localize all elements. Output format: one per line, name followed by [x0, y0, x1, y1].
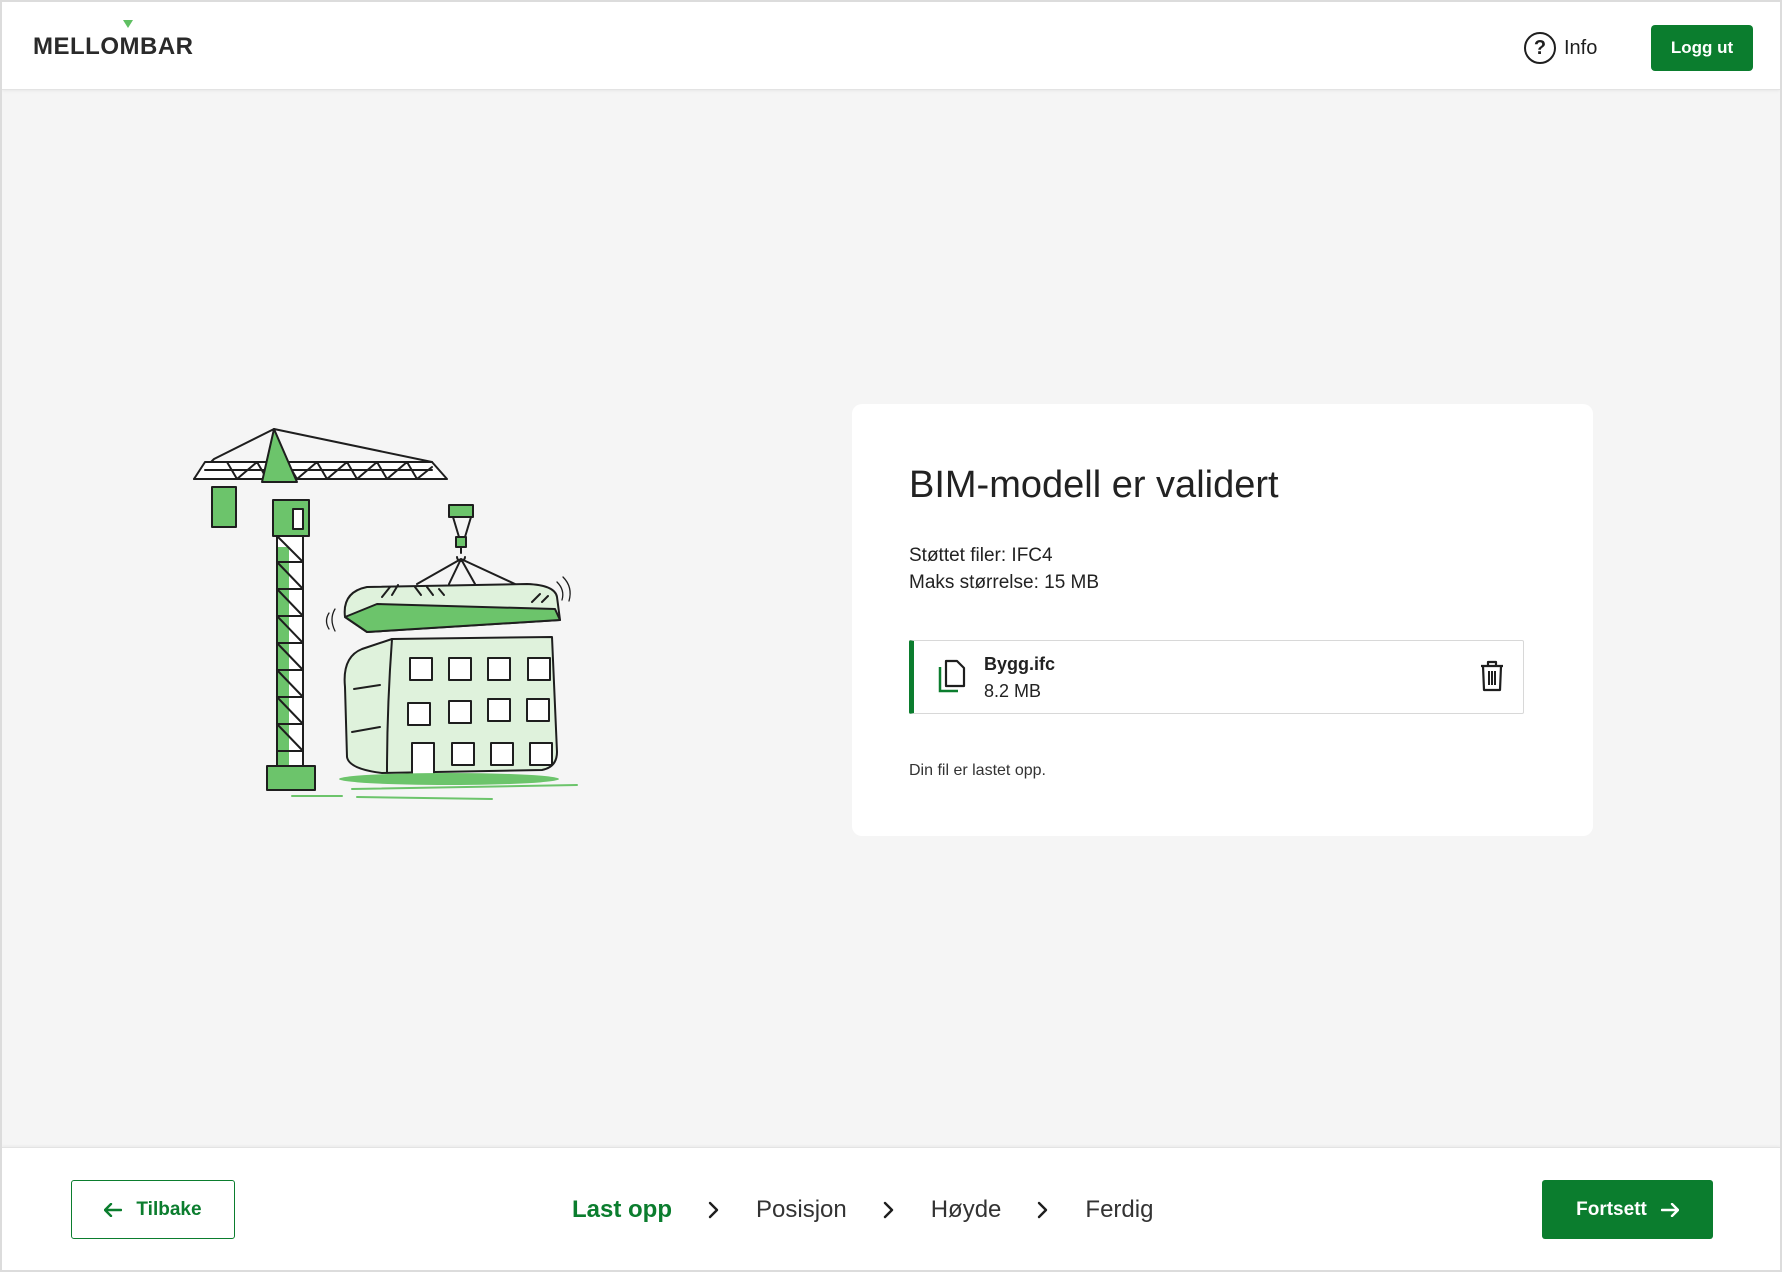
back-button[interactable]: Tilbake	[71, 1180, 235, 1239]
supported-files-text: Støttet filer: IFC4	[909, 545, 1053, 566]
continue-button[interactable]: Fortsett	[1542, 1180, 1713, 1239]
file-copy-icon	[938, 659, 966, 693]
file-size: 8.2 MB	[984, 681, 1042, 701]
info-button[interactable]: ? Info	[1524, 30, 1597, 66]
logo-accent-icon	[123, 20, 133, 28]
card-title: BIM-modell er validert	[909, 464, 1279, 506]
arrow-left-icon	[104, 1202, 123, 1217]
chevron-right-icon	[869, 1201, 909, 1219]
uploaded-file-item: Bygg.ifc 8.2 MB	[909, 640, 1524, 714]
wizard-footer: Tilbake Last opp Posisjon Høyde Ferdig F…	[2, 1147, 1780, 1270]
step-progress: Last opp Posisjon Høyde Ferdig	[572, 1190, 1153, 1230]
question-circle-icon: ?	[1524, 32, 1556, 64]
step-position[interactable]: Posisjon	[756, 1196, 847, 1224]
upload-status: Din fil er lastet opp.	[909, 762, 1046, 779]
step-upload[interactable]: Last opp	[572, 1196, 672, 1224]
back-label: Tilbake	[136, 1198, 202, 1220]
app-frame: MELLOMBAR ? Info Logg ut BIM-modell er v…	[0, 0, 1782, 1272]
crane-building-illustration	[193, 428, 578, 800]
chevron-right-icon	[694, 1201, 734, 1219]
trash-icon[interactable]	[1479, 660, 1505, 692]
arrow-right-icon	[1660, 1202, 1679, 1217]
continue-label: Fortsett	[1576, 1198, 1647, 1220]
file-name: Bygg.ifc	[984, 654, 1056, 674]
step-done[interactable]: Ferdig	[1085, 1196, 1153, 1224]
info-label: Info	[1564, 36, 1598, 59]
chevron-right-icon	[1023, 1201, 1063, 1219]
app-logo[interactable]: MELLOMBAR	[33, 33, 193, 61]
logout-button[interactable]: Logg ut	[1651, 25, 1753, 71]
file-requirements: Støttet filer: IFC4 Maks størrelse: 15 M…	[909, 542, 1099, 596]
max-size-text: Maks størrelse: 15 MB	[909, 572, 1100, 593]
upload-card: BIM-modell er validert Støttet filer: IF…	[852, 404, 1593, 836]
step-height[interactable]: Høyde	[931, 1196, 1002, 1224]
top-header: MELLOMBAR ? Info Logg ut	[2, 2, 1780, 90]
